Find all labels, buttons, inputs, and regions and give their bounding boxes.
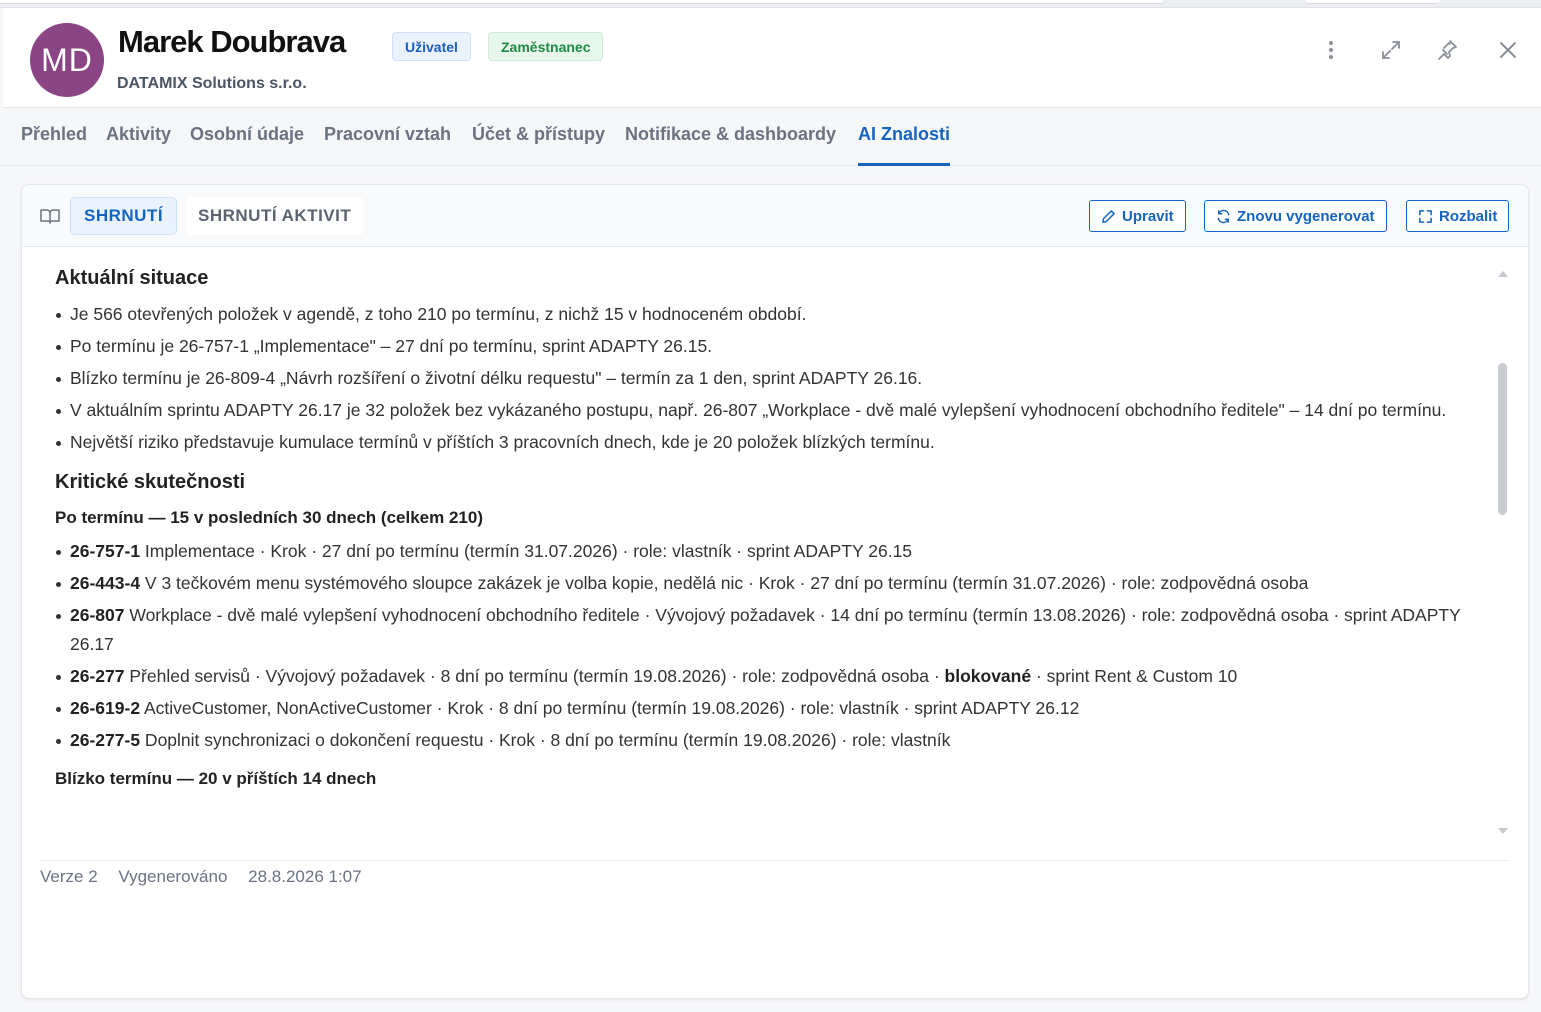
subtab-shrnuti[interactable]: SHRNUTÍ <box>70 197 178 235</box>
company-name: DATAMIX Solutions s.r.o. <box>117 75 307 92</box>
item-text: Workplace - dvě malé vylepšení vyhodnoce… <box>70 605 1461 654</box>
summary-content: Aktuální situace Je 566 otevřených polož… <box>55 267 1495 852</box>
list-item: 26-443-4 V 3 tečkovém menu systémového s… <box>55 569 1495 598</box>
expand-icon[interactable] <box>1379 38 1403 62</box>
regenerate-button[interactable]: Znovu vygenerovat <box>1204 200 1387 232</box>
scroll-down-arrow[interactable] <box>1498 828 1508 834</box>
generated-timestamp: 28.8.2026 1:07 <box>248 867 362 886</box>
list-item: 26-757-1 Implementace · Krok · 27 dní po… <box>55 537 1495 566</box>
section-critical-facts: Kritické skutečnosti Po termínu — 15 v p… <box>55 471 1495 755</box>
tab-prehled[interactable]: Přehled <box>21 124 87 166</box>
list-item: 26-277-5 Doplnit synchronizaci o dokonče… <box>55 726 1495 755</box>
item-text: Přehled servisů · Vývojový požadavek · 8… <box>124 666 945 686</box>
item-id[interactable]: 26-807 <box>70 605 125 625</box>
situation-list: Je 566 otevřených položek v agendě, z to… <box>55 300 1495 457</box>
card-toolbar: SHRNUTÍ SHRNUTÍ AKTIVIT Upravit Znovu vy… <box>22 185 1528 247</box>
tab-notifikace[interactable]: Notifikace & dashboardy <box>625 124 836 166</box>
list-item: Je 566 otevřených položek v agendě, z to… <box>55 300 1495 329</box>
list-item: V aktuálním sprintu ADAPTY 26.17 je 32 p… <box>55 396 1495 425</box>
section-subtitle: Blízko termínu — 20 v příštích 14 dnech <box>55 769 377 788</box>
tab-osobni-udaje[interactable]: Osobní údaje <box>190 124 304 166</box>
subtab-shrnuti-aktivit[interactable]: SHRNUTÍ AKTIVIT <box>185 197 365 235</box>
badge-user: Uživatel <box>392 32 471 61</box>
item-id[interactable]: 26-443-4 <box>70 573 140 593</box>
section-current-situation: Aktuální situace Je 566 otevřených polož… <box>55 267 1495 457</box>
profile-header: MD Marek Doubrava DATAMIX Solutions s.r.… <box>3 8 1541 108</box>
close-icon[interactable] <box>1496 38 1520 62</box>
scrollbar-thumb[interactable] <box>1498 363 1507 515</box>
tab-ucet-pristupy[interactable]: Účet & přístupy <box>472 124 605 166</box>
profile-name: Marek Doubrava <box>118 24 346 59</box>
tab-aktivity[interactable]: Aktivity <box>106 124 171 166</box>
item-text: ActiveCustomer, NonActiveCustomer · Krok… <box>140 698 1080 718</box>
generated-label: Vygenerováno <box>118 867 228 886</box>
expand-content-button[interactable]: Rozbalit <box>1406 200 1510 232</box>
item-status: blokované <box>944 666 1032 686</box>
summary-footer: Verze 2 Vygenerováno 28.8.2026 1:07 <box>40 867 378 887</box>
pencil-icon <box>1101 209 1116 224</box>
item-id[interactable]: 26-619-2 <box>70 698 140 718</box>
footer-divider <box>40 860 1510 861</box>
badge-employee: Zaměstnanec <box>488 32 604 61</box>
edit-button-label: Upravit <box>1122 207 1174 225</box>
refresh-icon <box>1216 209 1231 224</box>
pin-icon[interactable] <box>1435 38 1459 62</box>
tab-pracovni-vztah[interactable]: Pracovní vztah <box>324 124 451 166</box>
book-icon <box>40 207 60 225</box>
list-item: Po termínu je 26-757-1 „Implementace" – … <box>55 332 1495 361</box>
scroll-up-arrow[interactable] <box>1498 271 1508 277</box>
top-strip-segment <box>0 0 1165 4</box>
expand-content-button-label: Rozbalit <box>1439 207 1498 225</box>
tab-ai-znalosti[interactable]: AI Znalosti <box>858 124 951 166</box>
item-id[interactable]: 26-277-5 <box>70 730 140 750</box>
ai-knowledge-card: SHRNUTÍ SHRNUTÍ AKTIVIT Upravit Znovu vy… <box>21 184 1529 999</box>
fullscreen-icon <box>1418 209 1433 224</box>
item-id[interactable]: 26-277 <box>70 666 125 686</box>
list-item: 26-277 Přehled servisů · Vývojový požada… <box>55 662 1495 691</box>
tab-bar: Přehled Aktivity Osobní údaje Pracovní v… <box>0 108 1541 166</box>
list-item: Největší riziko představuje kumulace ter… <box>55 428 1495 457</box>
more-vertical-icon[interactable] <box>1319 38 1343 62</box>
item-text: Implementace · Krok · 27 dní po termínu … <box>140 541 913 561</box>
list-item: 26-619-2 ActiveCustomer, NonActiveCustom… <box>55 694 1495 723</box>
edit-button[interactable]: Upravit <box>1089 200 1186 232</box>
section-subtitle: Po termínu — 15 v posledních 30 dnech (c… <box>55 508 483 527</box>
item-id[interactable]: 26-757-1 <box>70 541 140 561</box>
list-item: 26-807 Workplace - dvě malé vylepšení vy… <box>55 601 1495 659</box>
item-text: · sprint Rent & Custom 10 <box>1031 666 1238 686</box>
browser-top-strip <box>0 0 1541 8</box>
list-item: Blízko termínu je 26-809-4 „Návrh rozšíř… <box>55 364 1495 393</box>
top-strip-segment <box>1305 0 1440 4</box>
item-text: V 3 tečkovém menu systémového sloupce za… <box>140 573 1309 593</box>
section-near-deadline: Blízko termínu — 20 v příštích 14 dnech <box>55 769 1495 789</box>
item-text: Doplnit synchronizaci o dokončení reques… <box>140 730 951 750</box>
version-label: Verze 2 <box>40 867 98 886</box>
avatar: MD <box>30 23 104 97</box>
section-title: Aktuální situace <box>55 267 209 289</box>
regenerate-button-label: Znovu vygenerovat <box>1237 207 1375 225</box>
overdue-list: 26-757-1 Implementace · Krok · 27 dní po… <box>55 537 1495 755</box>
section-title: Kritické skutečnosti <box>55 471 246 493</box>
